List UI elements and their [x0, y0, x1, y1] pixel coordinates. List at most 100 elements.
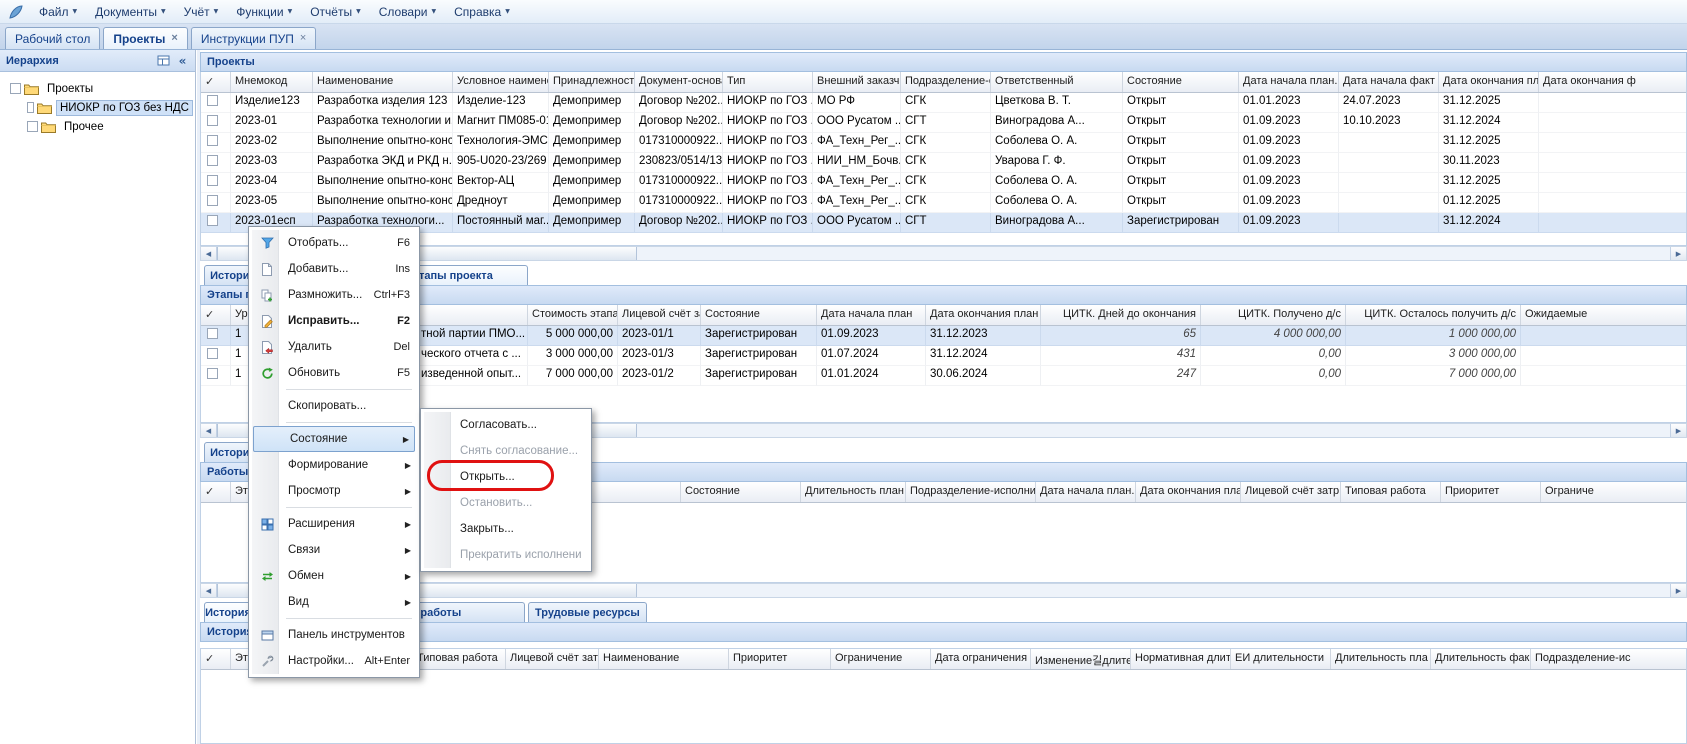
node-checkbox[interactable]	[27, 102, 34, 113]
menu-item[interactable]: Панель инструментов	[252, 622, 416, 648]
menu-item[interactable]: Исправить...F2	[252, 308, 416, 334]
row-checkbox[interactable]	[207, 95, 218, 106]
column-header[interactable]: Длительность план▼	[801, 482, 906, 502]
row-checkbox[interactable]	[207, 135, 218, 146]
menubar-item[interactable]: Файл▼	[30, 0, 86, 23]
tree-node[interactable]: Прочее	[2, 117, 193, 136]
projects-hscrollbar[interactable]: ◀ ▶	[200, 246, 1687, 261]
node-checkbox[interactable]	[10, 83, 21, 94]
menu-item[interactable]: Добавить...Ins	[252, 256, 416, 282]
scroll-left-icon[interactable]: ◀	[201, 247, 217, 260]
menu-item[interactable]: Размножить...Ctrl+F3	[252, 282, 416, 308]
filter-grid-icon[interactable]	[155, 53, 172, 69]
column-header[interactable]: Длительность фак	[1431, 649, 1531, 669]
column-header[interactable]: Изменение길длител	[1031, 649, 1131, 669]
tab[interactable]: Рабочий стол	[5, 27, 100, 49]
column-header[interactable]: Наименование	[313, 72, 453, 92]
column-header[interactable]: Мнемокод	[231, 72, 313, 92]
table-row[interactable]: 2023-01еспРазработка технологи...Постоян…	[201, 213, 1686, 233]
column-header[interactable]: Наименование	[599, 649, 729, 669]
table-row[interactable]: 2023-03Разработка ЭКД и РКД н...905-U020…	[201, 153, 1686, 173]
row-checkbox[interactable]	[207, 215, 218, 226]
row-checkbox[interactable]	[207, 195, 218, 206]
menubar-item[interactable]: Документы▼	[86, 0, 174, 23]
column-header[interactable]: Приоритет	[1441, 482, 1541, 502]
table-row[interactable]: Изделие123Разработка изделия 123Изделие-…	[201, 93, 1686, 113]
column-header[interactable]: Ожидаемые	[1521, 305, 1687, 325]
table-row[interactable]: 1тной партии ПМО...5 000 000,002023-01/1…	[201, 326, 1686, 346]
column-header[interactable]: Принадлежность	[549, 72, 635, 92]
tree-node[interactable]: НИОКР по ГОЗ без НДС	[2, 98, 193, 117]
scroll-right-icon[interactable]: ▶	[1670, 584, 1686, 597]
scroll-right-icon[interactable]: ▶	[1670, 247, 1686, 260]
column-header[interactable]: Дата начала факт	[1339, 72, 1439, 92]
table-row[interactable]: 2023-05Выполнение опытно-конс...Дредноут…	[201, 193, 1686, 213]
column-header[interactable]: Дата начала план	[817, 305, 926, 325]
menubar-item[interactable]: Отчёты▼	[301, 0, 370, 23]
menu-item[interactable]: Просмотр▶	[252, 478, 416, 504]
column-header[interactable]: ЦИТК. Осталось получить д/с	[1346, 305, 1521, 325]
row-checkbox[interactable]	[207, 368, 218, 379]
column-header[interactable]: Лицевой счёт затр	[1241, 482, 1341, 502]
column-header[interactable]: Ответственный	[991, 72, 1123, 92]
column-header[interactable]: Приоритет	[729, 649, 831, 669]
row-checkbox[interactable]	[207, 155, 218, 166]
column-header[interactable]: Дата начала план.	[1036, 482, 1136, 502]
menubar-item[interactable]: Учёт▼	[175, 0, 228, 23]
menu-item[interactable]: Настройки...Alt+Enter	[252, 648, 416, 674]
menu-item[interactable]: Вид▶	[252, 589, 416, 615]
column-header[interactable]: ЕИ длительности	[1231, 649, 1331, 669]
column-header[interactable]: Дата начала план.	[1239, 72, 1339, 92]
menu-item[interactable]: УдалитьDel	[252, 334, 416, 360]
column-header[interactable]: Состояние	[1123, 72, 1239, 92]
select-column-header[interactable]: ✓	[201, 649, 231, 669]
tab[interactable]: Инструкции ПУП×	[191, 27, 316, 49]
column-header[interactable]: ЦИТК. Получено д/с	[1201, 305, 1346, 325]
column-header[interactable]: ЦИТК. Дней до окончания	[1041, 305, 1201, 325]
works-hscrollbar[interactable]: ◀ ▶	[200, 583, 1687, 598]
column-header[interactable]: Типовая работа	[413, 649, 506, 669]
select-column-header[interactable]: ✓	[201, 482, 231, 502]
tab[interactable]: Трудовые ресурсы	[528, 602, 647, 622]
column-header[interactable]: Длительность пла	[1331, 649, 1431, 669]
column-header[interactable]: Дата окончания план	[926, 305, 1041, 325]
column-header[interactable]: Стоимость этапа	[528, 305, 618, 325]
column-header[interactable]: Подразделение-от	[901, 72, 991, 92]
column-header[interactable]: Дата окончания ф	[1539, 72, 1687, 92]
tab-close-icon[interactable]: ×	[300, 33, 306, 44]
collapse-icon[interactable]: «	[174, 53, 191, 69]
select-column-header[interactable]: ✓	[201, 72, 231, 92]
menubar-item[interactable]: Функции▼	[227, 0, 301, 23]
column-header[interactable]: Ограничение	[831, 649, 931, 669]
column-header[interactable]: Дата окончания план	[1136, 482, 1241, 502]
menubar-item[interactable]: Справка▼	[445, 0, 519, 23]
table-row[interactable]: 2023-01Разработка технологии и...Магнит …	[201, 113, 1686, 133]
tab[interactable]: История	[204, 602, 252, 622]
column-header[interactable]: Условное наименова	[453, 72, 549, 92]
menu-item[interactable]: Расширения▶	[252, 511, 416, 537]
tab-close-icon[interactable]: ×	[171, 33, 177, 44]
node-checkbox[interactable]	[27, 121, 38, 132]
table-row[interactable]: 1ческого отчета с ...3 000 000,002023-01…	[201, 346, 1686, 366]
column-header[interactable]: Дата окончания пл	[1439, 72, 1539, 92]
column-header[interactable]: Подразделение-исполнитель.	[906, 482, 1036, 502]
scroll-right-icon[interactable]: ▶	[1670, 424, 1686, 437]
menu-item[interactable]: Формирование▶	[252, 452, 416, 478]
scroll-left-icon[interactable]: ◀	[201, 424, 217, 437]
row-checkbox[interactable]	[207, 175, 218, 186]
menubar-item[interactable]: Словари▼	[370, 0, 445, 23]
menu-item[interactable]: ОбновитьF5	[252, 360, 416, 386]
column-header[interactable]: Внешний заказчик	[813, 72, 901, 92]
column-header[interactable]: Нормативная длит	[1131, 649, 1231, 669]
scroll-left-icon[interactable]: ◀	[201, 584, 217, 597]
column-header[interactable]: Типовая работа	[1341, 482, 1441, 502]
tab[interactable]: Проекты×	[103, 27, 188, 49]
tree-node[interactable]: Проекты	[2, 79, 193, 98]
menu-item[interactable]: Обмен▶	[252, 563, 416, 589]
menu-item[interactable]: Отобрать...F6	[252, 230, 416, 256]
column-header[interactable]: Состояние	[681, 482, 801, 502]
menu-item[interactable]: Согласовать...	[424, 412, 588, 438]
column-header[interactable]: Дата ограничения	[931, 649, 1031, 669]
select-column-header[interactable]: ✓	[201, 305, 231, 325]
table-row[interactable]: 1изведенной опыт...7 000 000,002023-01/2…	[201, 366, 1686, 386]
